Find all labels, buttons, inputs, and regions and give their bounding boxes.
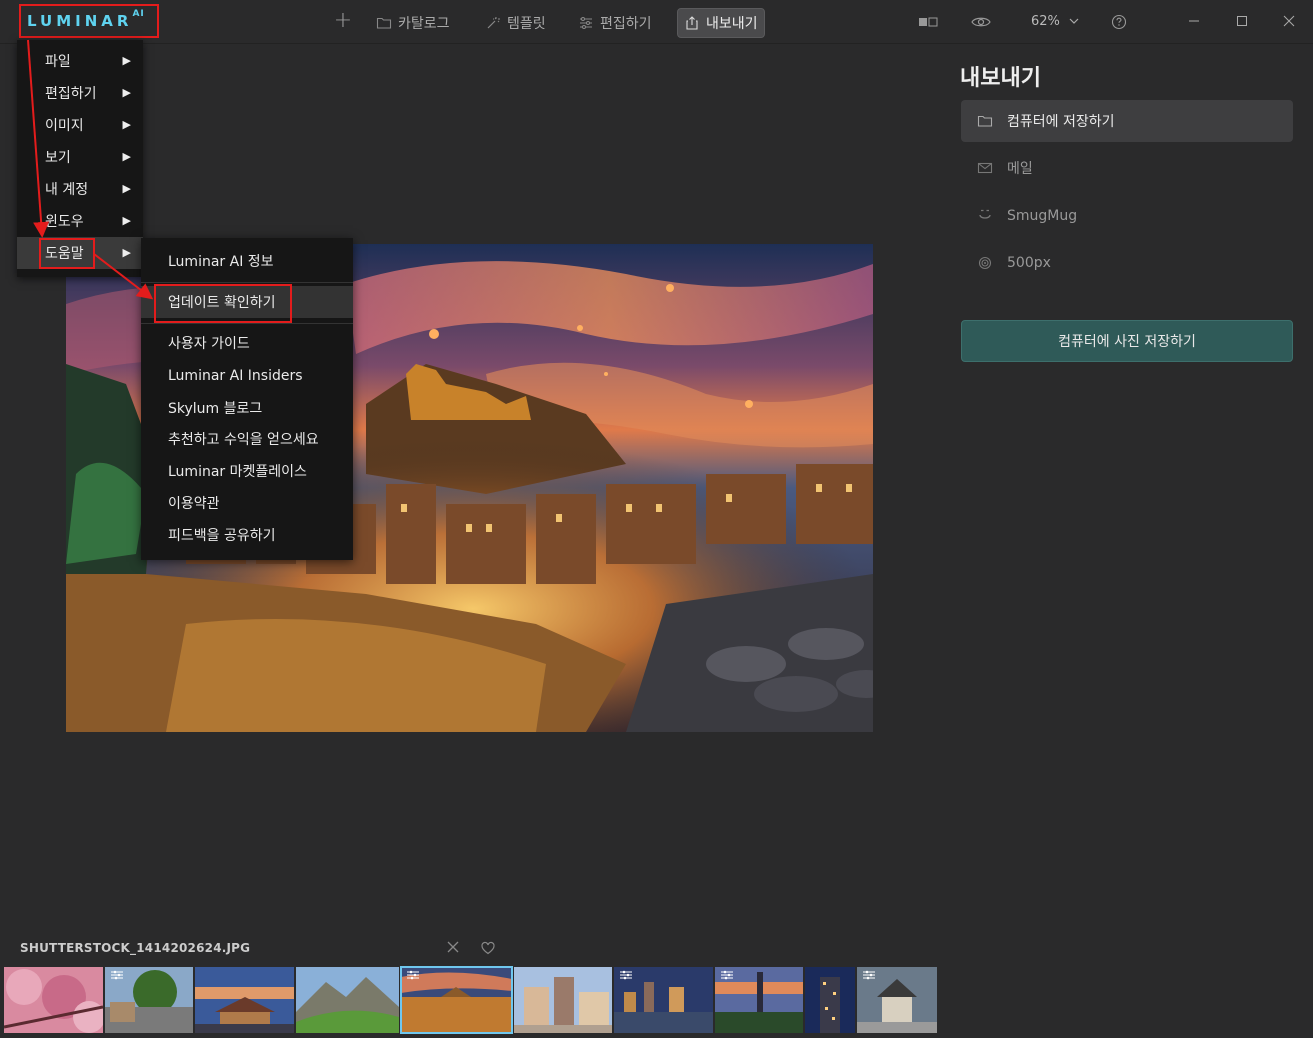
export-option-mail[interactable]: 메일 xyxy=(961,147,1293,189)
submenu-item-marketplace[interactable]: Luminar 마켓플레이스 xyxy=(141,455,353,487)
submenu-item-label: Skylum 블로그 xyxy=(168,401,263,417)
magic-wand-icon xyxy=(487,17,500,29)
export-option-save-computer[interactable]: 컴퓨터에 저장하기 xyxy=(961,100,1293,142)
thumb-mountains xyxy=(296,967,399,1033)
tab-catalog-label: 카탈로그 xyxy=(398,16,450,32)
filmstrip-thumbnail[interactable] xyxy=(857,967,937,1033)
annotation-arrow-right xyxy=(93,253,154,300)
submenu-item-label: Luminar 마켓플레이스 xyxy=(168,464,307,480)
export-option-label: 컴퓨터에 저장하기 xyxy=(1007,114,1115,130)
minimize-icon xyxy=(1189,20,1199,22)
submenu-item-label: 이용약관 xyxy=(168,496,220,512)
thumb-european-square xyxy=(514,967,612,1033)
tab-templates[interactable]: 템플릿 xyxy=(479,8,552,38)
annotation-arrow-down xyxy=(27,39,50,238)
filmstrip-thumbnail-selected[interactable] xyxy=(400,966,513,1034)
filmstrip-thumbnail[interactable] xyxy=(805,967,855,1033)
zoom-level[interactable]: 62% xyxy=(1031,14,1079,29)
tab-edit-label: 편집하기 xyxy=(600,16,652,32)
500px-icon xyxy=(978,256,992,270)
add-plus-icon[interactable]: + xyxy=(332,10,354,32)
edited-badge-icon xyxy=(721,970,733,980)
submenu-item-label: 추천하고 수익을 얻으세요 xyxy=(168,432,319,448)
filmstrip-thumbnail[interactable] xyxy=(195,967,294,1033)
export-option-label: 500px xyxy=(1007,255,1051,271)
submenu-item-insiders[interactable]: Luminar AI Insiders xyxy=(141,360,353,392)
submenu-item-terms[interactable]: 이용약관 xyxy=(141,487,353,519)
filmstrip-thumbnail[interactable] xyxy=(296,967,399,1033)
sliders-icon xyxy=(580,17,592,29)
heart-icon[interactable] xyxy=(480,940,496,956)
tab-edit[interactable]: 편집하기 xyxy=(572,8,658,38)
export-option-label: 메일 xyxy=(1007,161,1033,177)
submenu-item-label: 피드백을 공유하기 xyxy=(168,528,276,544)
filmstrip-thumbnail[interactable] xyxy=(514,967,612,1033)
annotation-arrows xyxy=(27,39,154,300)
filmstrip-thumbnail[interactable] xyxy=(715,967,803,1033)
filmstrip-thumbnail[interactable] xyxy=(105,967,193,1033)
close-icon xyxy=(1283,15,1295,27)
export-option-smugmug[interactable]: SmugMug xyxy=(961,195,1293,237)
smugmug-icon xyxy=(979,209,991,219)
thumb-palace-dusk xyxy=(195,967,294,1033)
tab-export[interactable]: 내보내기 xyxy=(677,8,765,38)
submenu-item-label: 사용자 가이드 xyxy=(168,336,250,352)
filmstrip-thumbnail[interactable] xyxy=(4,967,103,1033)
thumb-cherry-blossoms xyxy=(4,967,103,1033)
tab-export-label: 내보내기 xyxy=(706,16,758,32)
submenu-item-referral[interactable]: 추천하고 수익을 얻으세요 xyxy=(141,423,353,455)
compare-icon[interactable] xyxy=(917,12,939,32)
export-panel-title: 내보내기 xyxy=(960,66,1041,91)
thumb-skyscraper-dusk xyxy=(805,967,855,1033)
save-to-computer-button[interactable]: 컴퓨터에 사진 저장하기 xyxy=(961,320,1293,362)
submenu-item-user-guide[interactable]: 사용자 가이드 xyxy=(141,327,353,359)
maximize-button[interactable] xyxy=(1230,10,1254,34)
submenu-item-label: Luminar AI Insiders xyxy=(168,368,303,384)
help-icon[interactable] xyxy=(1108,12,1130,32)
submenu-item-feedback[interactable]: 피드백을 공유하기 xyxy=(141,519,353,551)
tab-catalog[interactable]: 카탈로그 xyxy=(370,8,456,38)
close-icon[interactable] xyxy=(445,939,461,955)
share-icon xyxy=(686,16,698,30)
edited-badge-icon xyxy=(620,970,632,980)
filmstrip-filename: SHUTTERSTOCK_1414202624.JPG xyxy=(20,941,251,955)
mail-icon xyxy=(977,162,993,174)
chevron-down-icon xyxy=(1069,18,1079,24)
edited-badge-icon xyxy=(111,970,123,980)
close-window-button[interactable] xyxy=(1277,10,1301,34)
edited-badge-icon xyxy=(407,970,419,980)
filmstrip-thumbnail[interactable] xyxy=(614,967,713,1033)
edited-badge-icon xyxy=(863,970,875,980)
folder-icon xyxy=(376,17,392,29)
minimize-button[interactable] xyxy=(1182,10,1206,34)
export-option-label: SmugMug xyxy=(1007,208,1078,224)
submenu-item-blog[interactable]: Skylum 블로그 xyxy=(141,392,353,424)
export-option-500px[interactable]: 500px xyxy=(961,242,1293,284)
submenu-divider xyxy=(141,323,353,324)
eye-icon[interactable] xyxy=(970,12,992,32)
tab-templates-label: 템플릿 xyxy=(507,16,546,32)
maximize-icon xyxy=(1237,16,1247,26)
folder-icon xyxy=(977,115,993,127)
